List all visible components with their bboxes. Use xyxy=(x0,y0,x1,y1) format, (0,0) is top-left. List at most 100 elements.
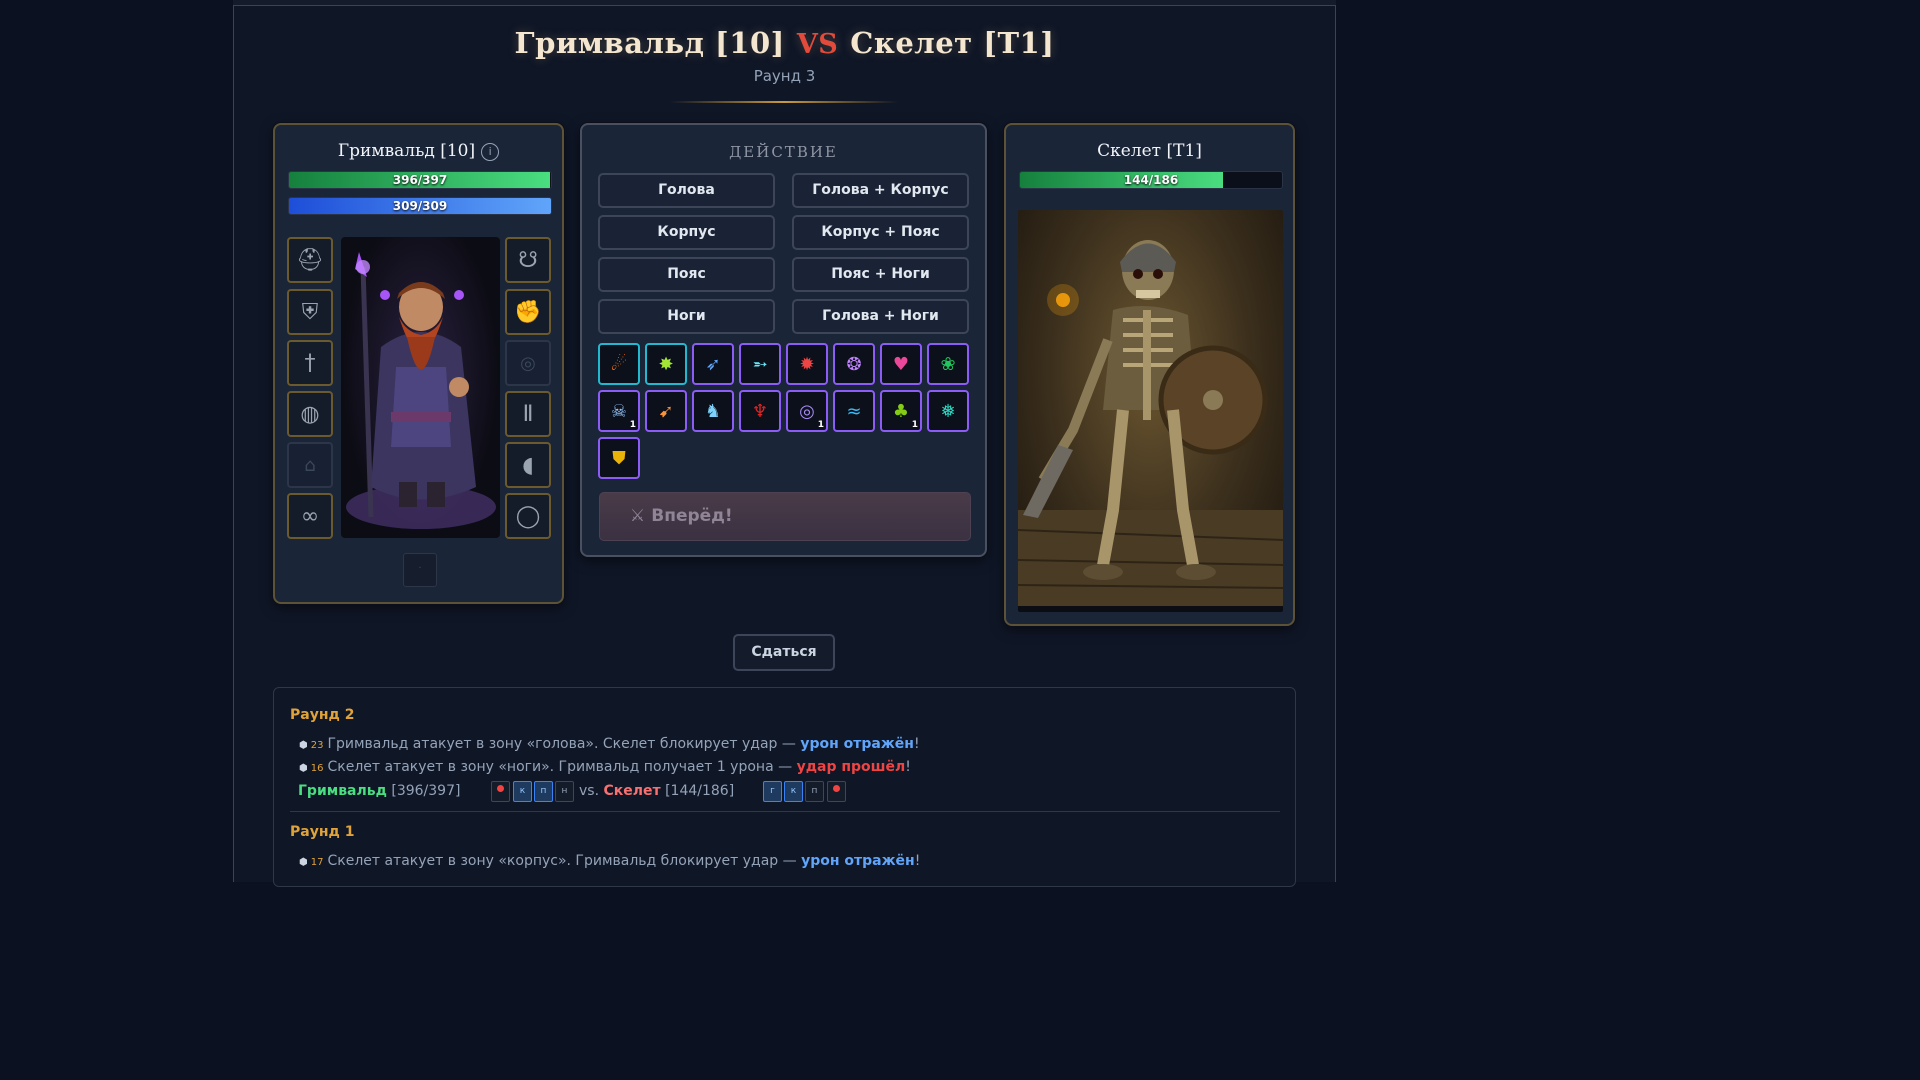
skill-slot[interactable]: ♥ xyxy=(880,343,922,385)
vs-label: VS xyxy=(796,29,839,60)
skill-slot[interactable]: ♞ xyxy=(692,390,734,432)
surrender-button[interactable]: Сдаться xyxy=(733,634,835,671)
zone-chip-body: к xyxy=(513,781,532,802)
poison-burst-icon: ✸ xyxy=(658,353,674,375)
boots-slot[interactable]: ◖ xyxy=(505,442,551,488)
top-bar xyxy=(233,0,1336,6)
explosion-icon: ✹ xyxy=(799,353,815,375)
pants-slot[interactable]: Ⅱ xyxy=(505,391,551,437)
ring-slot-empty[interactable]: ◎ xyxy=(505,340,551,386)
skill-slot[interactable]: ⛊ xyxy=(598,437,640,479)
player-hp-text: 396/397 xyxy=(392,173,448,187)
crossed-swords-icon: ⚔ xyxy=(630,506,646,526)
player-title: Гримвальд [10] xyxy=(514,26,785,60)
skill-slot[interactable]: ✹ xyxy=(786,343,828,385)
zone-head-body-button[interactable]: Голова + Корпус xyxy=(792,173,969,208)
armor-icon: ⛨ xyxy=(301,299,319,325)
skill-slot[interactable]: ≈ xyxy=(833,390,875,432)
skill-slot[interactable]: ➵ xyxy=(739,343,781,385)
go-button[interactable]: ⚔ Вперёд! xyxy=(599,492,971,541)
ring-icon: ◯ xyxy=(515,503,541,529)
zone-body-belt-button[interactable]: Корпус + Пояс xyxy=(792,215,969,250)
zone-chip-belt: п xyxy=(805,781,824,802)
player-mana-text: 309/309 xyxy=(392,199,448,213)
zone-legs-button[interactable]: Ноги xyxy=(598,299,775,334)
zone-belt-button[interactable]: Пояс xyxy=(598,257,775,292)
skeleton-portrait xyxy=(1018,210,1283,612)
gloves-slot[interactable]: ✊ xyxy=(505,289,551,335)
log-round-1-title: Раунд 1 xyxy=(290,824,355,840)
sword-icon: † xyxy=(304,350,316,376)
belt-slot-equip[interactable]: ◍ xyxy=(287,391,333,437)
log-entry: ⬢ 23 Гримвальд атакует в зону «голова». Ск… xyxy=(299,736,920,752)
battle-header: Гримвальд [10] VS Скелет [Т1] Раунд 3 xyxy=(233,26,1336,85)
ice-lance-icon: ➵ xyxy=(752,353,768,375)
log-separator xyxy=(290,811,1280,812)
log-entry: ⬢ 16 Скелет атакует в зону «ноги». Гримвал… xyxy=(299,759,911,775)
zone-belt-legs-button[interactable]: Пояс + Ноги xyxy=(792,257,969,292)
bracers-icon: ∞ xyxy=(300,503,320,529)
helmet-slot[interactable]: ⛑ xyxy=(287,237,333,283)
zone-chip-belt: п xyxy=(534,781,553,802)
zone-body-button[interactable]: Корпус xyxy=(598,215,775,250)
skill-slot[interactable]: ❀ xyxy=(927,343,969,385)
cloak-icon: ⌂ xyxy=(304,454,316,476)
skull-orb-icon: ☠ xyxy=(610,400,628,422)
player-portrait xyxy=(341,237,500,538)
round-label: Раунд 3 xyxy=(753,67,816,85)
tornado-icon: ❅ xyxy=(940,400,956,422)
skill-slot[interactable]: ♆ xyxy=(739,390,781,432)
skill-slot[interactable]: ☄ xyxy=(598,343,640,385)
demon-icon: ♆ xyxy=(751,400,769,422)
zone-chip-head: г xyxy=(763,781,782,802)
skill-slot[interactable]: ❂ xyxy=(833,343,875,385)
skill-slot[interactable]: ➹ xyxy=(645,390,687,432)
dwarf-wizard-image xyxy=(346,252,496,529)
zone-chip-legs: н xyxy=(555,781,574,802)
pants-icon: Ⅱ xyxy=(522,401,534,427)
vortex-icon: ◎ xyxy=(799,400,815,422)
player-panel: Гримвальд [10] i 396/397 309/309 ⛑ ⛨ † ◍ … xyxy=(273,123,564,604)
weapon-slot[interactable]: † xyxy=(287,340,333,386)
log-entry: ⬢ 17 Скелет атакует в зону «корпус». Гримв… xyxy=(299,853,921,869)
round-summary-player: Гримвальд [396/397] xyxy=(298,783,461,799)
zone-head-legs-button[interactable]: Голова + Ноги xyxy=(792,299,969,334)
belt-icon: ◍ xyxy=(300,401,320,427)
arcane-bolt-icon: ➶ xyxy=(705,353,721,375)
gold-divider xyxy=(670,101,898,103)
lightning-icon: ≈ xyxy=(846,400,862,422)
amulet-slot[interactable]: ☋ xyxy=(505,237,551,283)
battle-log: Раунд 2 ⬢ 23 Гримвальд атакует в зону «гол… xyxy=(273,687,1296,887)
enemy-panel: Скелет [Т1] 144/186 xyxy=(1004,123,1295,626)
armor-slot[interactable]: ⛨ xyxy=(287,289,333,335)
skill-slot[interactable]: ♣ 1 xyxy=(880,390,922,432)
zone-chip-legs xyxy=(827,781,846,802)
goblin-icon: ♣ xyxy=(892,400,910,422)
zone-head-button[interactable]: Голова xyxy=(598,173,775,208)
helmet-icon: ⛑ xyxy=(296,247,324,273)
dice-icon: ⬢ xyxy=(299,857,308,868)
skill-slot[interactable]: ➶ xyxy=(692,343,734,385)
skill-slot[interactable]: ✸ xyxy=(645,343,687,385)
nature-icon: ❀ xyxy=(940,353,956,375)
player-hp-bar: 396/397 xyxy=(288,171,552,189)
player-name: Гримвальд [10] i xyxy=(275,141,562,161)
skill-slot[interactable]: ❅ xyxy=(927,390,969,432)
cloak-slot[interactable]: ⌂ xyxy=(287,442,333,488)
zone-chip-head xyxy=(491,781,510,802)
quick-slot[interactable]: · xyxy=(403,553,437,587)
action-panel: ДЕЙСТВИЕ Голова Голова + Корпус Корпус К… xyxy=(580,123,987,557)
enemy-name: Скелет [Т1] xyxy=(1097,141,1202,161)
bracers-slot[interactable]: ∞ xyxy=(287,493,333,539)
ring-slot[interactable]: ◯ xyxy=(505,493,551,539)
skeleton-warrior-image xyxy=(1018,240,1283,606)
skill-slot[interactable]: ☠ 1 xyxy=(598,390,640,432)
round-summary-enemy: vs. Скелет [144/186] xyxy=(579,783,735,799)
spirit-icon: ❂ xyxy=(846,353,862,375)
boots-icon: ◖ xyxy=(522,452,534,478)
roll-value: 17 xyxy=(310,857,324,868)
skill-charges: 1 xyxy=(629,420,636,430)
skill-slot[interactable]: ◎ 1 xyxy=(786,390,828,432)
enemy-hp-bar: 144/186 xyxy=(1019,171,1283,189)
info-icon[interactable]: i xyxy=(481,143,500,161)
